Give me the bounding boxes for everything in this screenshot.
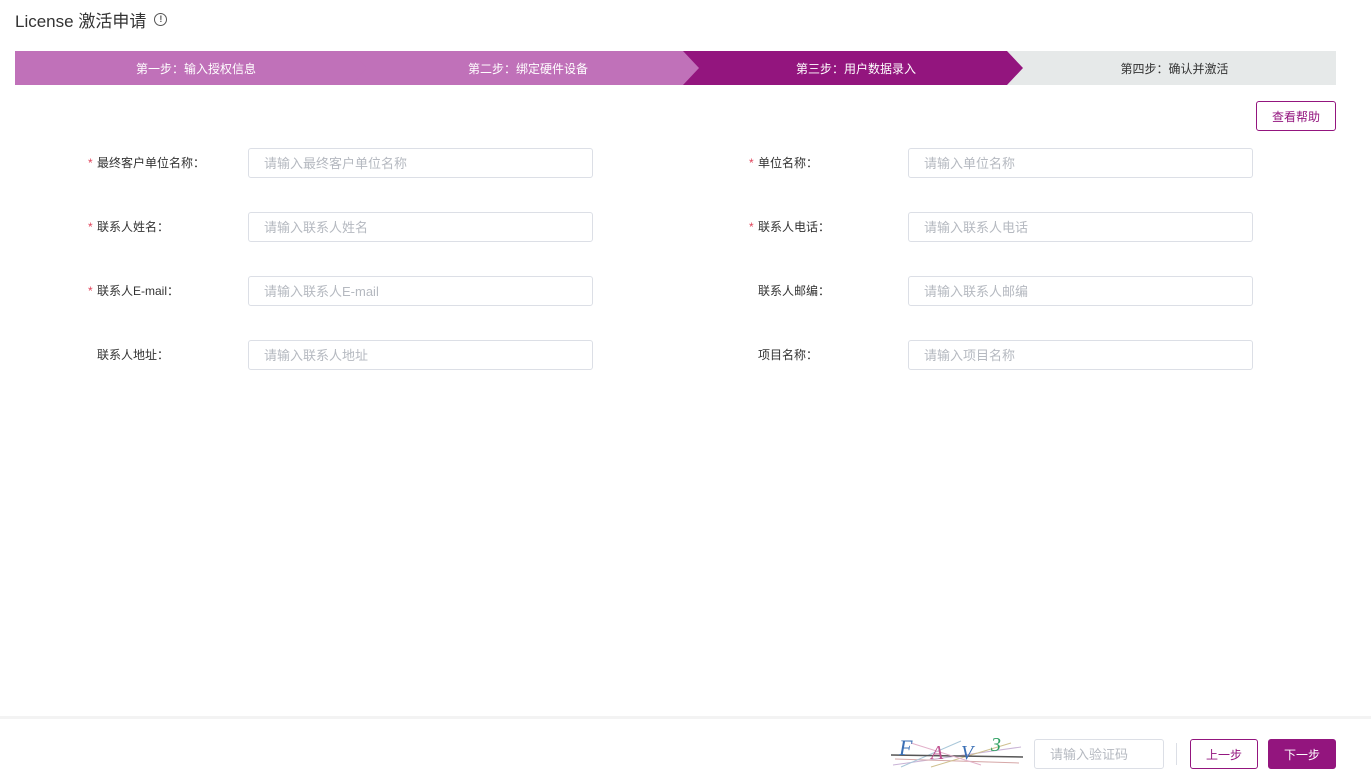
field-contact-phone: * 联系人电话： — [749, 212, 1258, 242]
contact-address-label: 联系人地址： — [97, 348, 170, 362]
project-name-label: 项目名称： — [758, 348, 819, 362]
svg-text:3: 3 — [990, 737, 1001, 756]
required-mark: * — [88, 220, 93, 234]
end-customer-label: * 最终客户单位名称： — [88, 148, 205, 178]
step-2-label: 第二步：绑定硬件设备 — [467, 61, 588, 76]
footer-separator — [1176, 743, 1177, 765]
page-title-text: License 激活申请 — [15, 11, 147, 31]
contact-zip-input[interactable] — [908, 276, 1253, 306]
page-title: License 激活申请 ! — [15, 8, 168, 31]
required-mark: * — [749, 156, 754, 170]
field-contact-address: 联系人地址： — [97, 340, 597, 370]
field-end-customer: * 最终客户单位名称： — [88, 148, 597, 178]
contact-phone-label: * 联系人电话： — [749, 212, 830, 242]
field-company: * 单位名称： — [749, 148, 1258, 178]
contact-email-input[interactable] — [248, 276, 593, 306]
step-1: 第一步：输入授权信息 — [15, 51, 367, 85]
svg-text:A: A — [929, 742, 944, 764]
contact-zip-label: 联系人邮编： — [758, 284, 831, 298]
required-mark: * — [749, 220, 754, 234]
captcha-input[interactable] — [1034, 739, 1164, 769]
step-2: 第二步：绑定硬件设备 — [347, 51, 699, 85]
contact-email-label: * 联系人E-mail： — [88, 276, 179, 306]
contact-phone-input[interactable] — [908, 212, 1253, 242]
captcha-image[interactable]: F A V 3 — [891, 737, 1023, 769]
svg-text:F: F — [898, 737, 913, 760]
company-label: * 单位名称： — [749, 148, 818, 178]
view-help-button[interactable]: 查看帮助 — [1256, 101, 1336, 131]
field-contact-email: * 联系人E-mail： — [88, 276, 597, 306]
contact-name-input[interactable] — [248, 212, 593, 242]
prev-step-button[interactable]: 上一步 — [1190, 739, 1258, 769]
field-contact-zip: 联系人邮编： — [758, 276, 1258, 306]
required-mark: * — [88, 284, 93, 298]
step-4: 第四步：确认并激活 — [1003, 51, 1336, 85]
step-progress-bar: 第一步：输入授权信息 第二步：绑定硬件设备 第三步：用户数据录入 第四步：确认并… — [15, 51, 1336, 85]
step-3-active: 第三步：用户数据录入 — [679, 51, 1023, 85]
contact-name-label: * 联系人姓名： — [88, 212, 169, 242]
next-step-button[interactable]: 下一步 — [1268, 739, 1336, 769]
end-customer-input[interactable] — [248, 148, 593, 178]
field-project-name: 项目名称： — [758, 340, 1258, 370]
required-mark: * — [88, 156, 93, 170]
contact-address-input[interactable] — [248, 340, 593, 370]
field-contact-name: * 联系人姓名： — [88, 212, 597, 242]
footer-divider — [0, 716, 1371, 719]
info-circle-icon[interactable]: ! — [154, 13, 168, 26]
step-3-label: 第三步：用户数据录入 — [795, 61, 916, 76]
company-input[interactable] — [908, 148, 1253, 178]
project-name-input[interactable] — [908, 340, 1253, 370]
step-4-label: 第四步：确认并激活 — [1120, 61, 1229, 76]
captcha-graphic: F A V 3 — [891, 737, 1023, 769]
step-1-label: 第一步：输入授权信息 — [135, 61, 256, 76]
